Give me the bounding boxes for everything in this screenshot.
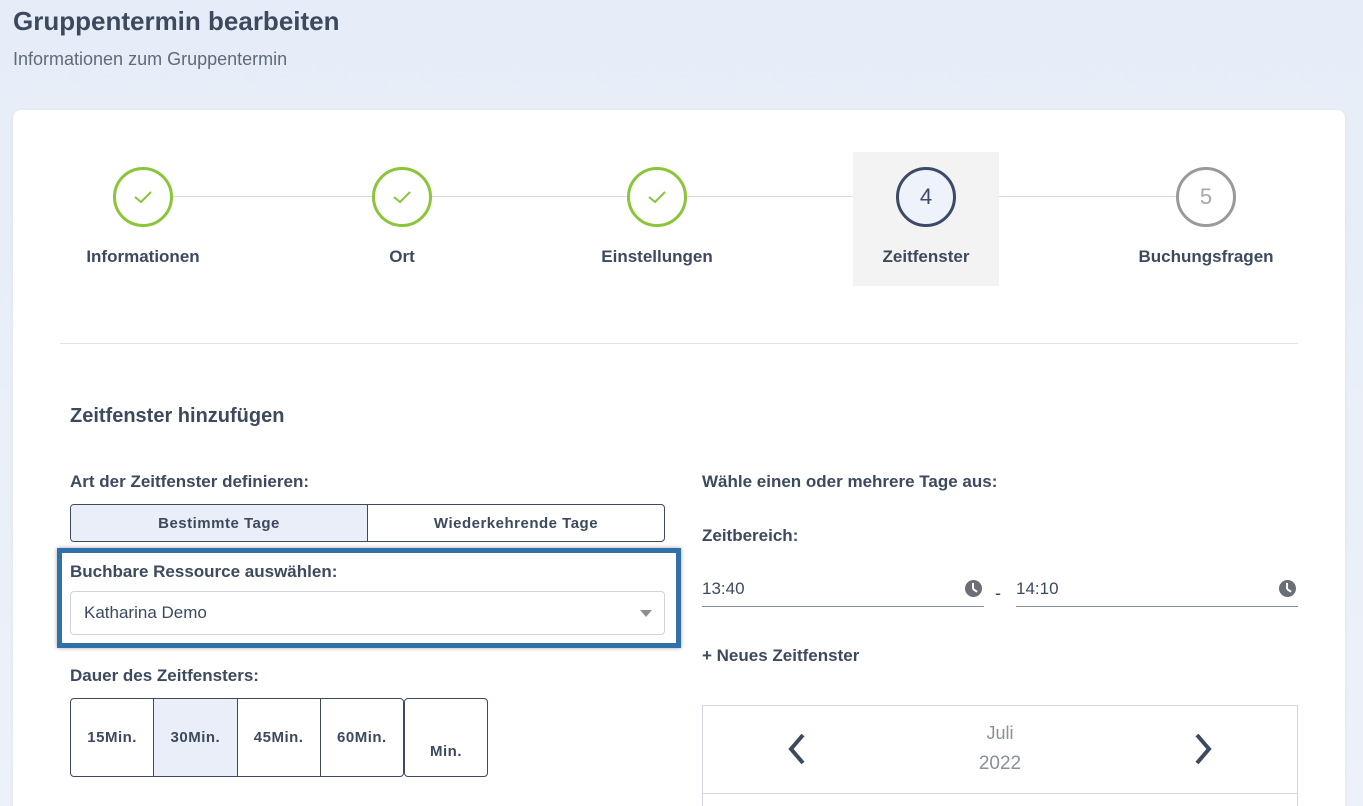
duration-60-button[interactable]: 60Min. [319,699,403,776]
step-2-circle [372,167,432,227]
step-3-circle [627,167,687,227]
resource-label: Buchbare Ressource auswählen: [70,562,338,581]
type-toggle-group: Bestimmte Tage Wiederkehrende Tage [70,504,665,542]
new-slot-button[interactable]: + Neues Zeitfenster [702,646,859,666]
duration-15-button[interactable]: 15Min. [71,699,153,776]
type-label: Art der Zeitfenster definieren: [70,472,309,491]
page-subtitle: Informationen zum Gruppentermin [13,49,288,69]
step-zeitfenster[interactable]: 4 Zeitfenster [853,152,999,286]
time-from-value: 13:40 [702,578,745,598]
step-label: Zeitfenster [882,247,970,266]
resource-value: Katharina Demo [84,603,207,622]
check-icon [393,191,411,204]
section-title: Zeitfenster hinzufügen [70,405,285,427]
calendar: Juli 2022 [702,705,1298,806]
clock-icon[interactable] [1279,580,1296,597]
step-einstellungen[interactable]: Einstellungen [584,152,730,286]
time-from-field[interactable]: 13:40 [702,571,984,607]
toggle-bestimmte-tage[interactable]: Bestimmte Tage [71,505,367,541]
step-label: Informationen [86,247,200,266]
check-icon [648,191,666,204]
clock-icon[interactable] [965,580,982,597]
step-5-circle: 5 [1176,167,1236,227]
toggle-wiederkehrende-tage[interactable]: Wiederkehrende Tage [367,505,664,541]
time-to-value: 14:10 [1016,578,1059,598]
check-icon [134,191,152,204]
step-label: Einstellungen [601,247,713,266]
step-informationen[interactable]: Informationen [70,152,216,286]
step-ort[interactable]: Ort [329,152,475,286]
duration-30-button[interactable]: 30Min. [153,699,237,776]
resource-select[interactable]: Katharina Demo [70,591,665,635]
step-label: Buchungsfragen [1138,247,1274,266]
page-title: Gruppentermin bearbeiten [13,6,340,36]
step-buchungsfragen[interactable]: 5 Buchungsfragen [1133,152,1279,286]
chevron-down-icon [640,610,652,617]
duration-label: Dauer des Zeitfensters: [70,666,259,685]
chevron-right-icon[interactable] [1192,732,1214,766]
time-range-label: Zeitbereich: [702,526,799,545]
custom-duration-input[interactable]: Min. [404,698,488,777]
step-4-circle: 4 [896,167,956,227]
time-to-field[interactable]: 14:10 [1016,571,1298,607]
duration-45-button[interactable]: 45Min. [236,699,320,776]
section-divider [60,343,1298,344]
days-label: Wähle einen oder mehrere Tage aus: [702,472,998,491]
main-card: Informationen Ort Einstellungen 4 Zeitfe… [13,110,1345,806]
step-label: Ort [389,247,415,266]
time-separator: - [995,583,1001,603]
calendar-header-divider [703,793,1297,794]
duration-group: 15Min. 30Min. 45Min. 60Min. [70,698,404,777]
step-1-circle [113,167,173,227]
